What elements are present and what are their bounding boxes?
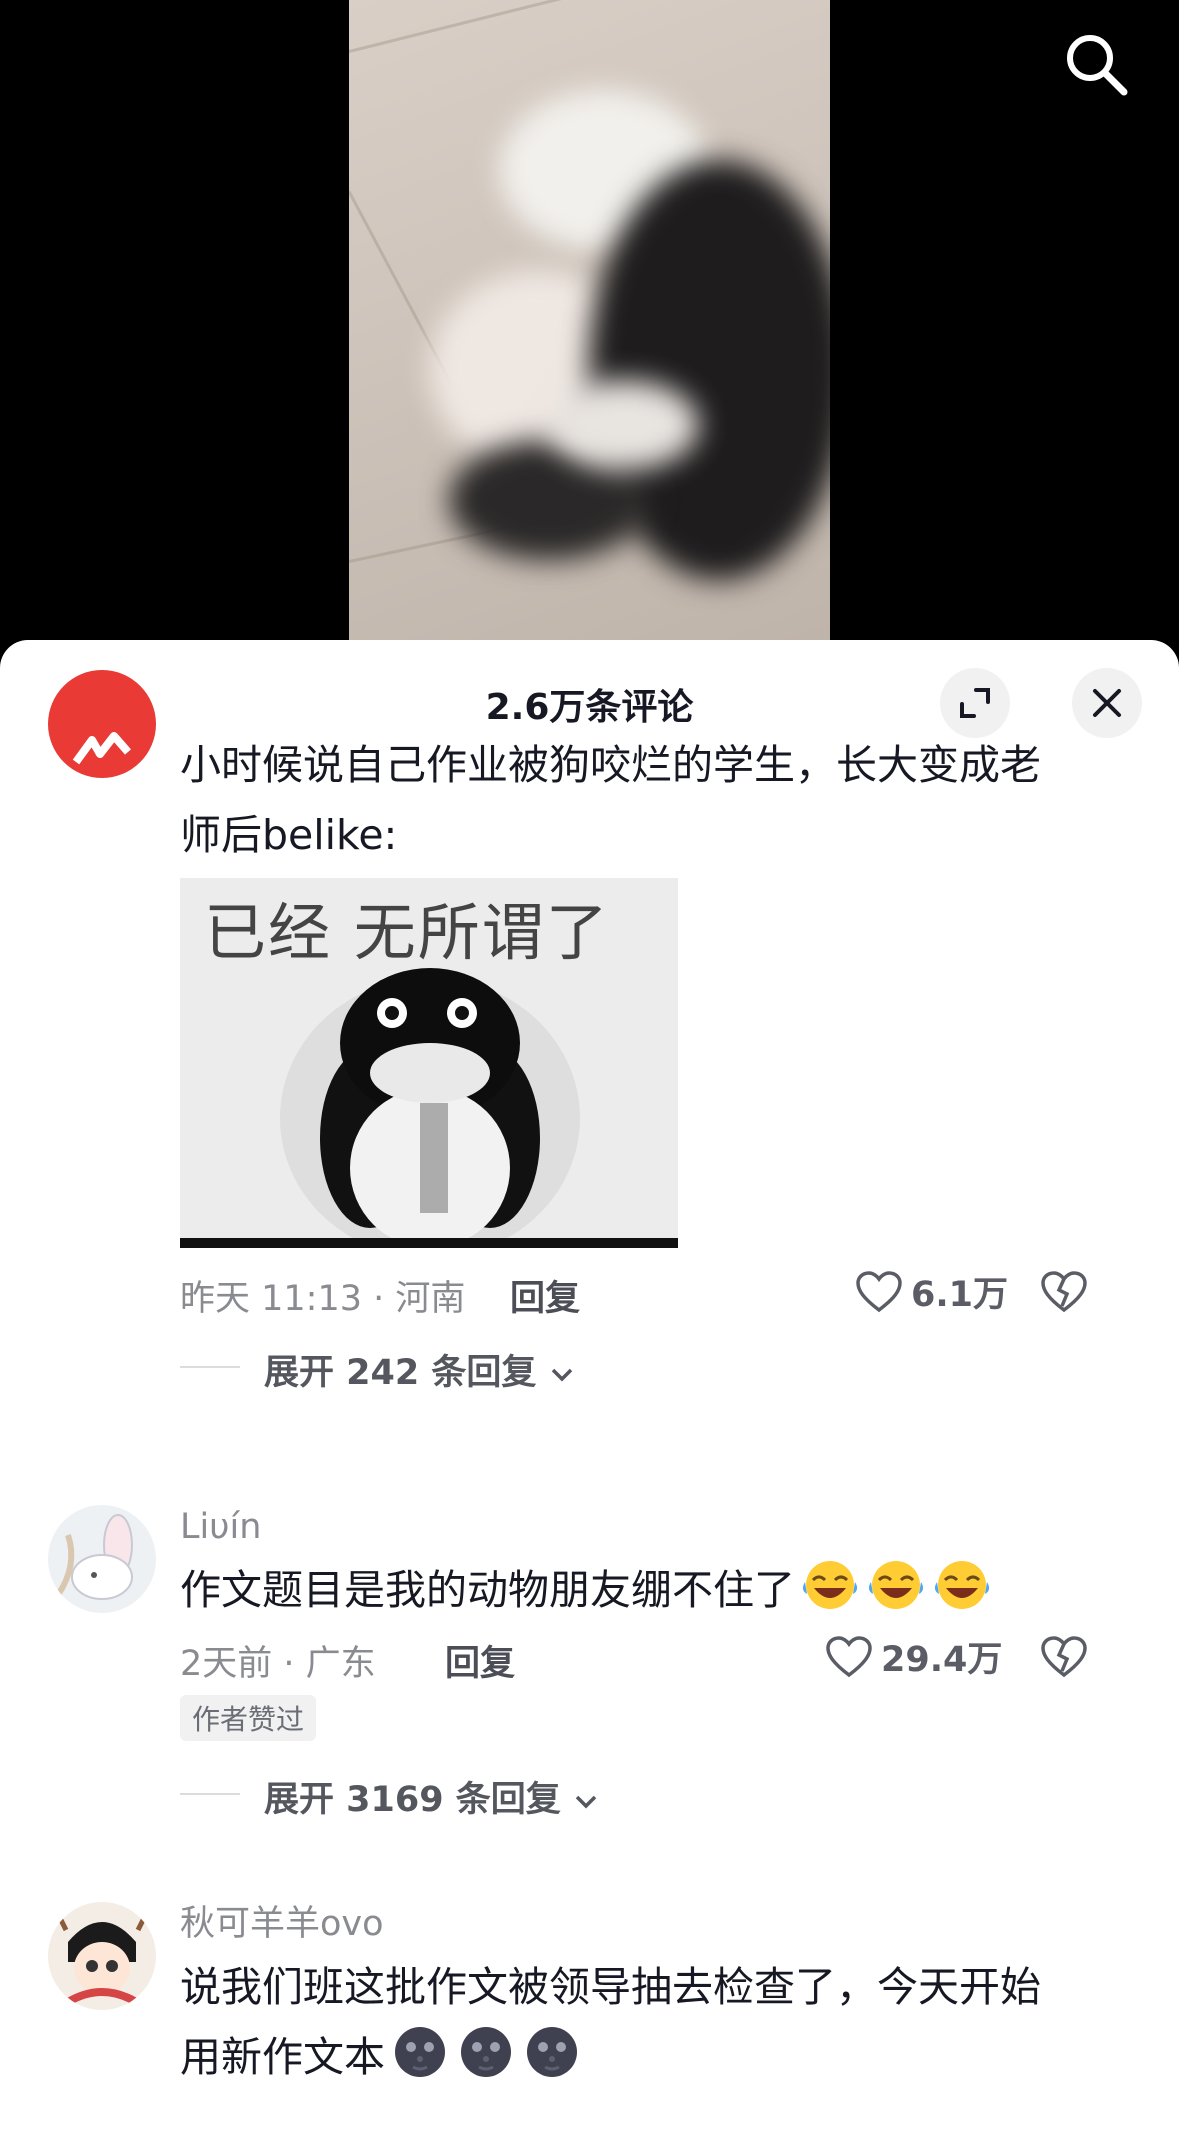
- video-frame[interactable]: [349, 0, 830, 640]
- expand-replies-label: 展开 242 条回复: [264, 1344, 575, 1395]
- video-player[interactable]: [0, 0, 1179, 650]
- laughing-tears-emoji-icon: [934, 1561, 990, 1609]
- author-liked-badge: 作者赞过: [180, 1695, 317, 1741]
- expand-replies[interactable]: 展开 3169 条回复: [180, 1759, 1140, 1829]
- heart-icon: [826, 1635, 872, 1677]
- dislike-button[interactable]: [1040, 1635, 1088, 1688]
- close-icon: [1093, 689, 1121, 717]
- comment-text: 小时候说自己作业被狗咬烂的学生，长大变成老 师后belike:: [180, 741, 1041, 859]
- comment-image[interactable]: 已经 无所谓了: [180, 878, 678, 1248]
- emoji-laugh-group: [795, 1561, 993, 1614]
- like-button[interactable]: 6.1万: [855, 1266, 1008, 1317]
- comment-time-location: 2天前 · 广东: [180, 1644, 376, 1684]
- broken-heart-icon: [1041, 1636, 1087, 1678]
- heart-icon: [856, 1270, 902, 1312]
- like-button[interactable]: 29.4万: [825, 1631, 1002, 1682]
- close-button[interactable]: [1072, 668, 1142, 738]
- avatar[interactable]: [48, 1505, 156, 1613]
- search-icon: [1067, 35, 1128, 96]
- avatar-rabbit-icon: [55, 1514, 133, 1600]
- avatar-cartoon-icon: [55, 1912, 149, 2006]
- avatar-logo-icon: [72, 732, 132, 765]
- expand-replies-label: 展开 3169 条回复: [264, 1771, 599, 1822]
- avatar[interactable]: [48, 670, 156, 778]
- reply-button[interactable]: 回复: [510, 1270, 580, 1321]
- broken-heart-icon: [1041, 1271, 1087, 1313]
- chevron-down-icon: [575, 1795, 597, 1809]
- chevron-down-icon: [551, 1368, 572, 1382]
- username[interactable]: 秋可羊羊ovo: [180, 1902, 1140, 1946]
- username[interactable]: Liυín: [180, 1505, 1140, 1549]
- dark-moon-emoji-icon: [527, 2027, 577, 2077]
- dark-moon-emoji-icon: [461, 2027, 511, 2077]
- like-count: 6.1万: [911, 1275, 1009, 1315]
- comment-meta: 昨天 11:13 · 河南 回复 6.1万: [180, 1248, 1140, 1328]
- expand-icon: [960, 688, 990, 718]
- comment-meta: 2天前 · 广东 回复 29.4万: [180, 1625, 1140, 1691]
- reply-button[interactable]: 回复: [445, 1635, 515, 1686]
- laughing-tears-emoji-icon: [868, 1561, 924, 1609]
- comment-text: 作文题目是我的动物朋友绷不住了: [180, 1555, 1140, 1625]
- expand-sheet-button[interactable]: [940, 668, 1010, 738]
- like-count: 29.4万: [881, 1640, 1003, 1680]
- avatar[interactable]: [48, 1902, 156, 2010]
- emoji-moon-group: [385, 2027, 583, 2081]
- dislike-button[interactable]: [1040, 1270, 1088, 1323]
- comment-time-location: 昨天 11:13 · 河南: [180, 1279, 466, 1319]
- comments-sheet: 2.6万条评论 小时候说自己作业被狗咬烂的学生，长大变成老 师后belike:: [0, 640, 1179, 2130]
- search-button[interactable]: [1060, 28, 1130, 98]
- expand-replies[interactable]: 展开 242 条回复: [180, 1332, 1140, 1402]
- penguin-meme-icon: [180, 968, 678, 1248]
- comment-text: 说我们班这批作文被领导抽去检查了，今天开始 用新作文本: [180, 1963, 1041, 2081]
- laughing-tears-emoji-icon: [802, 1561, 858, 1609]
- dark-moon-emoji-icon: [395, 2027, 445, 2077]
